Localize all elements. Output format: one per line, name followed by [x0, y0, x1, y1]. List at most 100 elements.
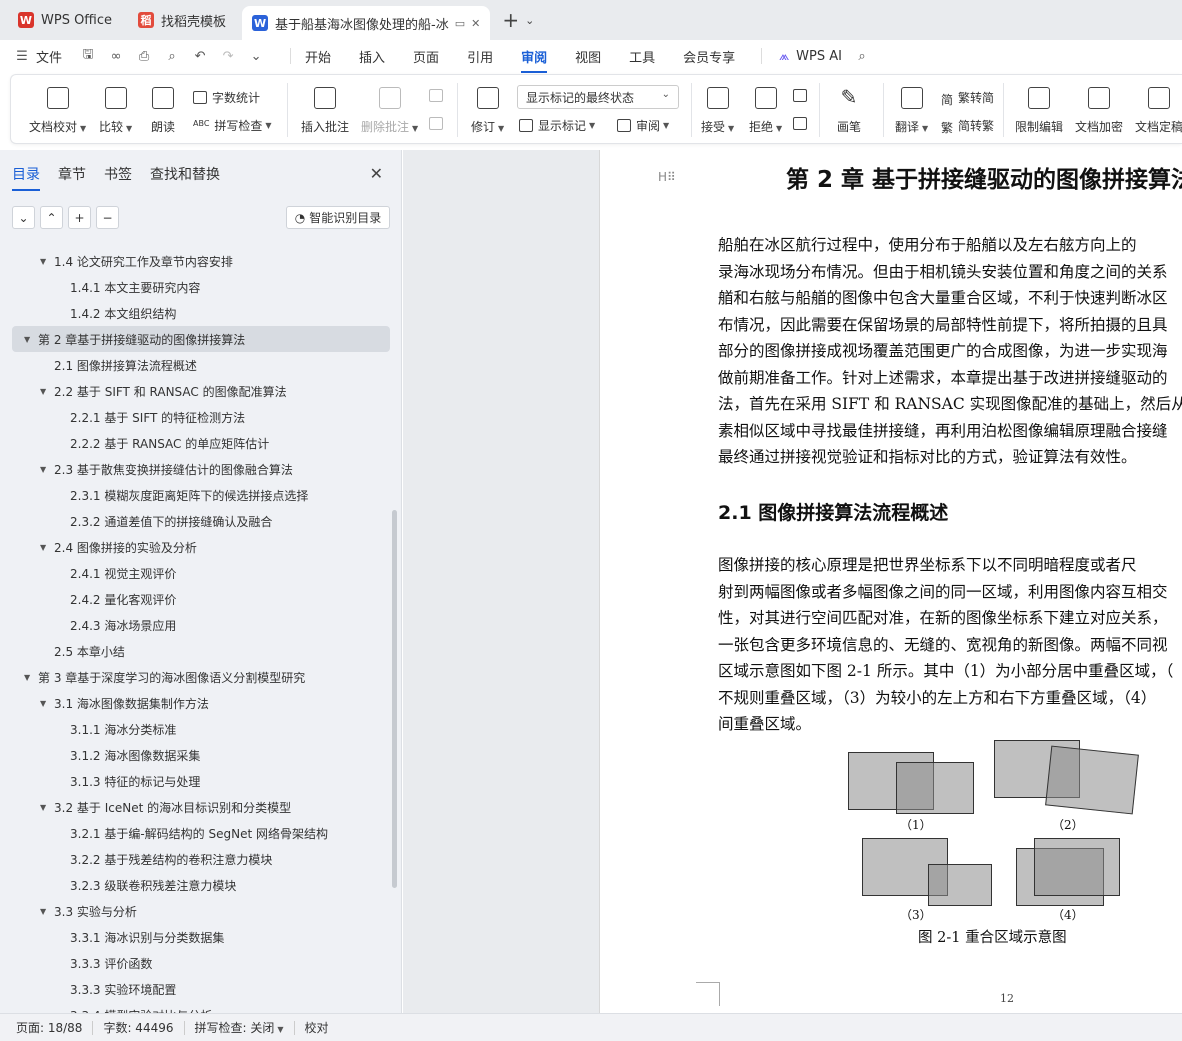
- toc-item[interactable]: 2.1 图像拼接算法流程概述: [0, 352, 392, 378]
- toc-item[interactable]: ▼ 1.4 论文研究工作及章节内容安排: [0, 248, 392, 274]
- expand-arrow-icon[interactable]: ▼: [40, 699, 54, 708]
- toc-item[interactable]: ▼ 3.3 实验与分析: [0, 898, 392, 924]
- expand-up-icon[interactable]: ⌃: [40, 206, 63, 229]
- toc-item[interactable]: ▼ 第 2 章基于拼接缝驱动的图像拼接算法: [12, 326, 390, 352]
- menu-review[interactable]: 审阅: [521, 47, 548, 73]
- toc-item[interactable]: ▼ 2.4 图像拼接的实验及分析: [0, 534, 392, 560]
- toc-item[interactable]: 3.3.1 海冰识别与分类数据集: [0, 924, 392, 950]
- finalize-doc-button[interactable]: 文档定稿: [1135, 87, 1182, 135]
- collapse-all-icon[interactable]: ⌄: [12, 206, 35, 229]
- toc-item[interactable]: ▼ 3.2 基于 IceNet 的海冰目标识别和分类模型: [0, 794, 392, 820]
- menu-view[interactable]: 视图: [575, 47, 601, 66]
- toc-item[interactable]: 1.4.2 本文组织结构: [0, 300, 392, 326]
- toc-item[interactable]: 1.4.1 本文主要研究内容: [0, 274, 392, 300]
- prev-change-icon[interactable]: [793, 89, 812, 102]
- menu-tools[interactable]: 工具: [629, 47, 655, 66]
- toc-item[interactable]: ▼ 第 3 章基于深度学习的海冰图像语义分割模型研究: [0, 664, 392, 690]
- pen-button[interactable]: ✎ 画笔: [837, 87, 861, 135]
- toc-item[interactable]: 2.3.2 通道差值下的拼接缝确认及融合: [0, 508, 392, 534]
- proofread-button[interactable]: 校对: [305, 1019, 329, 1036]
- toc-item[interactable]: 2.5 本章小结: [0, 638, 392, 664]
- trad-to-simp-button[interactable]: 简 繁转简: [941, 89, 994, 107]
- read-aloud-button[interactable]: 朗读: [151, 87, 175, 135]
- simp-to-trad-button[interactable]: 繁 简转繁: [941, 117, 994, 135]
- toc-item[interactable]: ▼ 3.1 海冰图像数据集制作方法: [0, 690, 392, 716]
- link-icon[interactable]: ∞: [108, 48, 124, 64]
- more-chevron-icon[interactable]: ⌄: [248, 48, 264, 64]
- spell-check-button[interactable]: ABC 拼写检查 ▼: [193, 117, 272, 134]
- toc-scrollbar[interactable]: [392, 510, 397, 888]
- next-change-icon[interactable]: [793, 117, 812, 130]
- toc-item[interactable]: 3.2.1 基于编-解码结构的 SegNet 网络骨架结构: [0, 820, 392, 846]
- tab-template[interactable]: 稻 找稻壳模板: [128, 5, 236, 35]
- undo-icon[interactable]: ↶: [192, 48, 208, 64]
- tab-bookmarks[interactable]: 书签: [104, 164, 132, 184]
- expand-arrow-icon[interactable]: ▼: [24, 335, 38, 344]
- menu-reference[interactable]: 引用: [467, 47, 493, 66]
- document-page[interactable]: H⠿ 第 2 章 基于拼接缝驱动的图像拼接算法 船舶在冰区航行过程中，使用分布于…: [599, 150, 1182, 1013]
- menu-member[interactable]: 会员专享: [683, 47, 735, 66]
- expand-arrow-icon[interactable]: ▼: [40, 907, 54, 916]
- menu-insert[interactable]: 插入: [359, 47, 385, 66]
- spell-check-status[interactable]: 拼写检查: 关闭 ▼: [195, 1019, 284, 1036]
- toc-item[interactable]: 2.4.3 海冰场景应用: [0, 612, 392, 638]
- insert-comment-button[interactable]: 插入批注: [301, 87, 349, 135]
- toc-item[interactable]: ▼ 2.3 基于散焦变换拼接缝估计的图像融合算法: [0, 456, 392, 482]
- menu-home[interactable]: 开始: [305, 47, 331, 66]
- accept-button[interactable]: 接受 ▼: [701, 87, 734, 135]
- expand-arrow-icon[interactable]: ▼: [40, 803, 54, 812]
- page-indicator[interactable]: 页面: 18/88: [16, 1019, 82, 1036]
- save-icon[interactable]: 🖫: [80, 47, 96, 64]
- restrict-edit-button[interactable]: 限制编辑: [1015, 87, 1063, 135]
- doc-proof-button[interactable]: 文档校对 ▼: [29, 87, 86, 135]
- translate-button[interactable]: 翻译 ▼: [895, 87, 928, 135]
- reject-button[interactable]: 拒绝 ▼: [749, 87, 782, 135]
- smart-toc-button[interactable]: ◔ 智能识别目录: [286, 206, 390, 229]
- hamburger-icon[interactable]: ☰: [14, 48, 30, 64]
- print-icon[interactable]: ⎙: [136, 48, 152, 64]
- toc-item[interactable]: 3.2.2 基于残差结构的卷积注意力模块: [0, 846, 392, 872]
- print-preview-icon[interactable]: ⌕: [164, 48, 180, 64]
- toc-item[interactable]: 3.3.3 评价函数: [0, 950, 392, 976]
- word-count-button[interactable]: 字数统计: [193, 89, 260, 106]
- next-comment-icon[interactable]: [429, 117, 448, 130]
- remove-heading-icon[interactable]: −: [96, 206, 119, 229]
- paragraph-handle-icon[interactable]: H⠿: [658, 170, 676, 184]
- expand-arrow-icon[interactable]: ▼: [40, 465, 54, 474]
- toc-item[interactable]: 2.2.1 基于 SIFT 的特征检测方法: [0, 404, 392, 430]
- word-count-indicator[interactable]: 字数: 44496: [103, 1019, 173, 1036]
- redo-icon[interactable]: ↷: [220, 48, 236, 64]
- toc-item[interactable]: 3.1.2 海冰图像数据采集: [0, 742, 392, 768]
- toc-item[interactable]: 2.4.2 量化客观评价: [0, 586, 392, 612]
- add-heading-icon[interactable]: +: [68, 206, 91, 229]
- delete-comment-button[interactable]: 删除批注 ▼: [361, 87, 418, 135]
- toc-item[interactable]: ▼ 2.2 基于 SIFT 和 RANSAC 的图像配准算法: [0, 378, 392, 404]
- monitor-icon[interactable]: ▭: [455, 17, 465, 30]
- toc-item[interactable]: 3.1.3 特征的标记与处理: [0, 768, 392, 794]
- toc-item[interactable]: 3.2.3 级联卷积残差注意力模块: [0, 872, 392, 898]
- tab-sections[interactable]: 章节: [58, 164, 86, 184]
- menu-page[interactable]: 页面: [413, 47, 439, 66]
- tab-toc[interactable]: 目录: [12, 164, 40, 191]
- toc-item[interactable]: 3.1.1 海冰分类标准: [0, 716, 392, 742]
- toc-item[interactable]: 2.2.2 基于 RANSAC 的单应矩阵估计: [0, 430, 392, 456]
- expand-arrow-icon[interactable]: ▼: [40, 387, 54, 396]
- close-tab-icon[interactable]: ✕: [471, 17, 480, 30]
- search-icon[interactable]: ⌕: [854, 48, 870, 64]
- new-tab-icon[interactable]: +: [502, 8, 519, 32]
- tab-wps-office[interactable]: W WPS Office: [8, 5, 122, 35]
- expand-arrow-icon[interactable]: ▼: [24, 673, 38, 682]
- close-icon[interactable]: ✕: [370, 164, 383, 183]
- wps-ai-button[interactable]: WPS AI: [796, 49, 842, 64]
- expand-arrow-icon[interactable]: ▼: [40, 257, 54, 266]
- toc-item[interactable]: 2.4.1 视觉主观评价: [0, 560, 392, 586]
- prev-comment-icon[interactable]: [429, 89, 448, 102]
- toc-item[interactable]: 2.3.1 模糊灰度距离矩阵下的候选拼接点选择: [0, 482, 392, 508]
- markup-state-select[interactable]: 显示标记的最终状态 ⌄: [517, 85, 679, 109]
- expand-arrow-icon[interactable]: ▼: [40, 543, 54, 552]
- compare-button[interactable]: 比较 ▼: [99, 87, 132, 135]
- encrypt-doc-button[interactable]: 文档加密: [1075, 87, 1123, 135]
- file-menu[interactable]: 文件: [36, 47, 62, 66]
- tab-document[interactable]: W 基于船基海冰图像处理的船-冰 ▭ ✕: [242, 6, 491, 40]
- tab-list-chevron-icon[interactable]: ⌄: [525, 14, 534, 27]
